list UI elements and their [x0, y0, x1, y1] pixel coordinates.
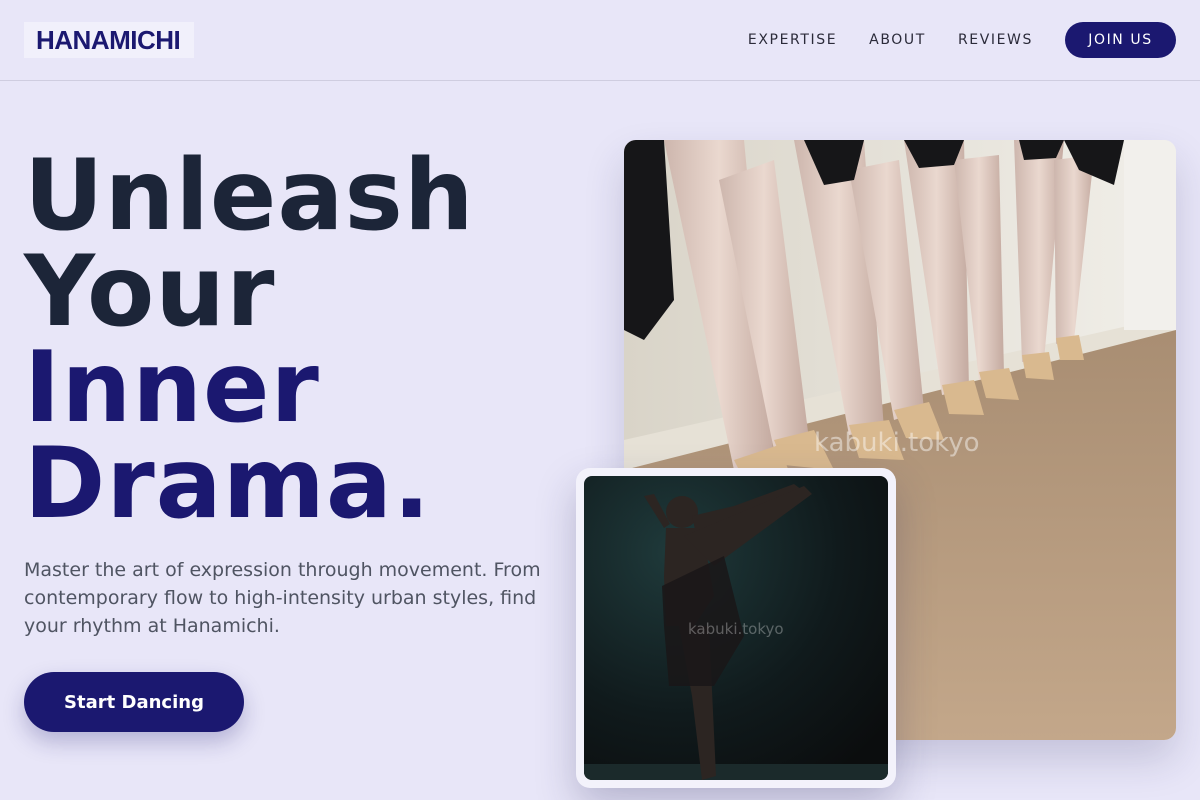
brand-logo[interactable]: HANAMICHI: [24, 22, 194, 58]
main-photo-watermark: kabuki.tokyo: [814, 428, 980, 458]
hero-title-line-3: Inner: [24, 331, 320, 445]
solo-dancer-card: kabuki.tokyo: [576, 468, 896, 788]
join-us-button[interactable]: JOIN US: [1065, 22, 1176, 58]
hero-title-line-1: Unleash: [24, 139, 475, 253]
solo-dancer-photo: kabuki.tokyo: [584, 476, 888, 780]
hero-title-line-2: Your: [24, 235, 276, 349]
nav-link-expertise[interactable]: EXPERTISE: [748, 32, 837, 48]
hero-title: Unleash Your Inner Drama.: [24, 139, 475, 541]
hero-title-line-4: Drama.: [24, 427, 432, 541]
nav-link-about[interactable]: ABOUT: [869, 32, 926, 48]
main-nav: EXPERTISE ABOUT REVIEWS JOIN US: [748, 0, 1176, 80]
start-dancing-button[interactable]: Start Dancing: [24, 672, 244, 732]
nav-link-reviews[interactable]: REVIEWS: [958, 32, 1033, 48]
site-header: HANAMICHI EXPERTISE ABOUT REVIEWS JOIN U…: [0, 0, 1200, 81]
card-photo-watermark: kabuki.tokyo: [688, 620, 784, 638]
hero-subtitle: Master the art of expression through mov…: [24, 559, 541, 637]
